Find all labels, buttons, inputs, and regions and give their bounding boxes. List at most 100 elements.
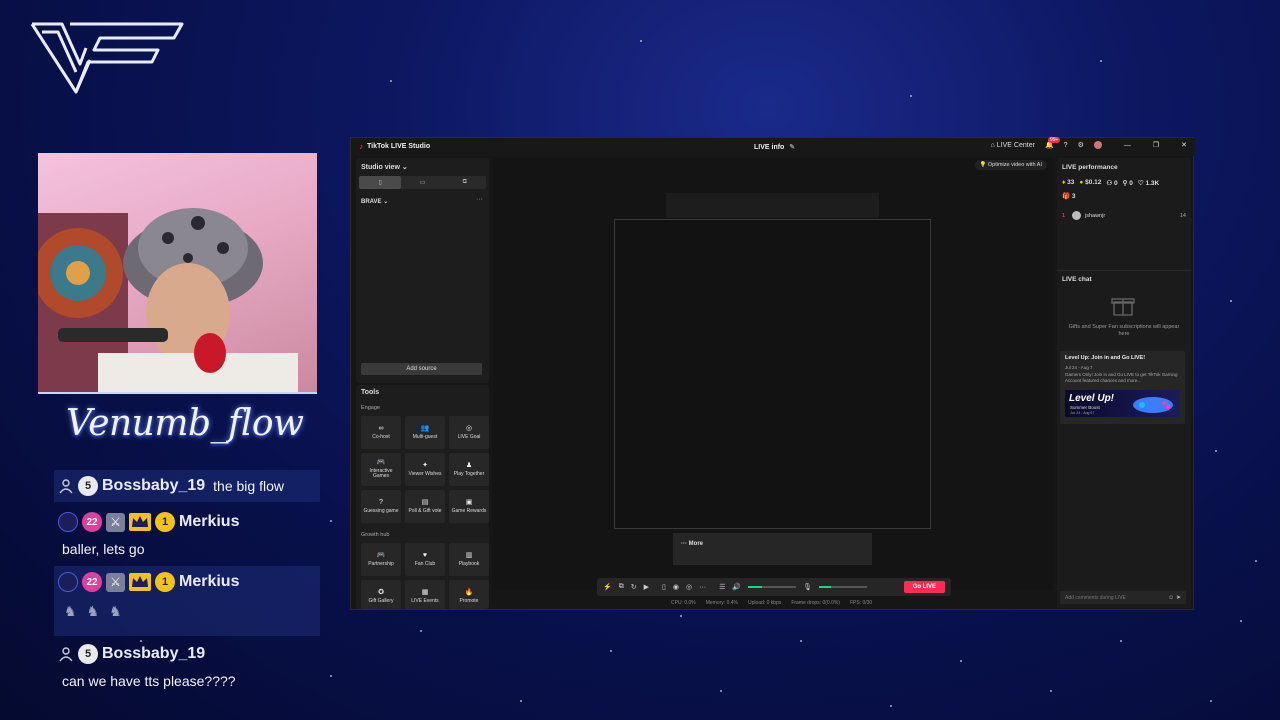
send-icon[interactable]: ➤: [1176, 595, 1181, 601]
tool-multi-guest[interactable]: 👥 Multi-guest: [405, 416, 445, 449]
tool-promote[interactable]: 🔥 Promote: [449, 580, 489, 609]
tool-play-together[interactable]: ♟ Play Together: [449, 453, 489, 486]
event-card[interactable]: Level Up: Join in and Go LIVE! Jul 24 - …: [1060, 351, 1185, 424]
preview-placeholder-top: [666, 193, 879, 218]
play-together-icon: ♟: [465, 461, 473, 469]
dual-view-button[interactable]: ⧉: [444, 176, 486, 189]
tool-interactive-games[interactable]: 🎮 Interactive Games: [361, 453, 401, 486]
scene-name-dropdown[interactable]: BRAVE ⌄: [361, 198, 388, 205]
help-icon[interactable]: ?: [1064, 142, 1068, 149]
scene-panel: Studio view ⌄ ▯ ▭ ⧉ BRAVE ⌄ ··· Add sour…: [356, 158, 489, 383]
more-icon[interactable]: ···: [699, 584, 706, 591]
engage-tools-grid: ∞ Co-host 👥 Multi-guest ◎ LIVE Goal 🎮 Intera…: [361, 416, 489, 523]
memory-status: Memory: 0.4%: [705, 600, 738, 606]
money-value: $0.12: [1085, 179, 1102, 186]
emote-icon: ♞: [86, 603, 100, 619]
camera-icon[interactable]: ◎: [686, 583, 692, 591]
more-panel: ··· More: [673, 533, 872, 565]
tool-label: Play Together: [453, 470, 485, 477]
viewer-rank: 1: [1062, 212, 1066, 219]
live-center-button[interactable]: ⌂ LIVE Center: [991, 142, 1035, 149]
tool-playbook[interactable]: ▥ Playbook: [449, 543, 489, 576]
tool-partnership[interactable]: 🎮 Partnership: [361, 543, 401, 576]
tools-panel: Tools Engage ∞ Co-host 👥 Multi-guest ◎ LIVE…: [356, 385, 489, 609]
speaker-icon[interactable]: 🔊: [732, 583, 741, 591]
top-viewer-row[interactable]: 1 jshawnjr 14: [1062, 211, 1186, 220]
banner-dates: Jul. 24 - Aug 07: [1070, 411, 1095, 415]
volume-slider[interactable]: [748, 586, 797, 588]
tool-label: Interactive Games: [369, 467, 393, 480]
mic-slider[interactable]: [818, 586, 867, 588]
app-title: ♪ TikTok LIVE Studio: [359, 142, 430, 151]
gamepad-illustration: [1133, 397, 1173, 413]
calendar-icon: ▦: [421, 588, 429, 596]
stream-chat-overlay: 5 Bossbaby_19 the big flow 22 ⚔ 1 Merkiu…: [54, 470, 320, 696]
more-options-icon[interactable]: ···: [476, 196, 483, 203]
chevron-down-icon: ⌄: [401, 164, 408, 171]
emote-icon: ♞: [109, 603, 122, 619]
edit-icon[interactable]: ✎: [789, 144, 795, 151]
tool-guessing-game[interactable]: ? Guessing game: [361, 490, 401, 523]
chat-text: baller, lets go: [62, 541, 145, 557]
tool-fan-club[interactable]: ♥ Fan Club: [405, 543, 445, 576]
portrait-view-button[interactable]: ▯: [359, 176, 402, 189]
add-source-button[interactable]: Add source: [361, 363, 482, 375]
fps-status: FPS: 0/30: [849, 600, 873, 606]
landscape-view-button[interactable]: ▭: [401, 176, 443, 189]
tool-game-rewards[interactable]: ▣ Game Rewards: [449, 490, 489, 523]
multi-guest-icon: 👥: [420, 424, 430, 432]
microphone-icon[interactable]: 🎙: [803, 583, 812, 591]
more-button[interactable]: ··· More: [681, 541, 703, 547]
magic-wand-icon[interactable]: ⚡: [603, 583, 612, 591]
upload-status: Upload: 0 kbps: [747, 600, 782, 606]
restore-icon[interactable]: ❐: [1153, 141, 1159, 149]
preview-canvas[interactable]: [614, 219, 931, 529]
minimize-icon[interactable]: —: [1124, 142, 1131, 149]
tool-label: LIVE Events: [411, 597, 439, 604]
tool-gift-gallery[interactable]: ✪ Gift Gallery: [361, 580, 401, 609]
tools-title: Tools: [361, 389, 380, 396]
bulb-icon: 💡: [979, 162, 987, 168]
tool-viewer-wishes[interactable]: ✦ Viewer Wishes: [405, 453, 445, 486]
comment-input[interactable]: Add comments during LIVE ☺ ➤: [1060, 591, 1186, 604]
app-title-text: TikTok LIVE Studio: [367, 143, 431, 150]
chat-text: can we have tts please????: [62, 673, 236, 689]
video-icon[interactable]: ▶: [644, 583, 649, 591]
close-icon[interactable]: ✕: [1181, 141, 1187, 149]
chat-message: 22 ⚔ 1 Merkius baller, lets go: [54, 506, 320, 564]
optimize-video-button[interactable]: 💡 Optimize video with AI: [974, 160, 1047, 170]
live-info-title[interactable]: LIVE info ✎: [754, 143, 795, 151]
frame-drops-status: Frame drops: 0(0.0%): [791, 600, 840, 606]
notifications-button[interactable]: 🔔 99+: [1045, 137, 1061, 149]
phone-icon[interactable]: ▯: [662, 583, 666, 591]
level-badge: 5: [78, 476, 98, 496]
tool-poll-gift-vote[interactable]: ▤ Poll & Gift vote: [405, 490, 445, 523]
growth-tools-grid: 🎮 Partnership ♥ Fan Club ▥ Playbook ✪ Gift G…: [361, 543, 489, 609]
level-badge: 5: [78, 644, 98, 664]
banner-subtitle: Summer Boost: [1070, 405, 1100, 410]
tool-label: Multi-guest: [412, 433, 438, 440]
rotate-icon[interactable]: ↻: [631, 583, 637, 591]
rewards-icon: ▣: [465, 498, 473, 506]
tool-live-events[interactable]: ▦ LIVE Events: [405, 580, 445, 609]
tool-label: Guessing game: [363, 507, 399, 514]
sword-icon: ⚔: [106, 512, 125, 532]
tool-co-host[interactable]: ∞ Co-host: [361, 416, 401, 449]
settings-icon[interactable]: ⚙: [1078, 141, 1084, 149]
profile-avatar[interactable]: [1093, 141, 1102, 149]
right-panel: LIVE performance ♦ 33 ● $0.12 ⚇ 0 ⚲ 0 ♡ …: [1057, 158, 1191, 608]
avatar: [58, 572, 78, 592]
likes-count: 1.3K: [1145, 180, 1160, 187]
webcam-feed: [38, 153, 317, 394]
go-live-button[interactable]: Go LIVE: [903, 581, 945, 593]
layers-icon[interactable]: ⧉: [619, 583, 624, 591]
record-icon[interactable]: ◉: [673, 583, 679, 591]
tool-live-goal[interactable]: ◎ LIVE Goal: [449, 416, 489, 449]
flame-icon: 🔥: [464, 588, 474, 596]
settings-sliders-icon[interactable]: ☰: [719, 583, 725, 591]
gift-gallery-icon: ✪: [378, 588, 384, 596]
emoji-icon[interactable]: ☺: [1168, 595, 1174, 601]
tool-label: Viewer Wishes: [408, 470, 442, 477]
subscriber-badge: 22: [82, 572, 102, 592]
studio-view-dropdown[interactable]: Studio view ⌄: [361, 163, 408, 171]
